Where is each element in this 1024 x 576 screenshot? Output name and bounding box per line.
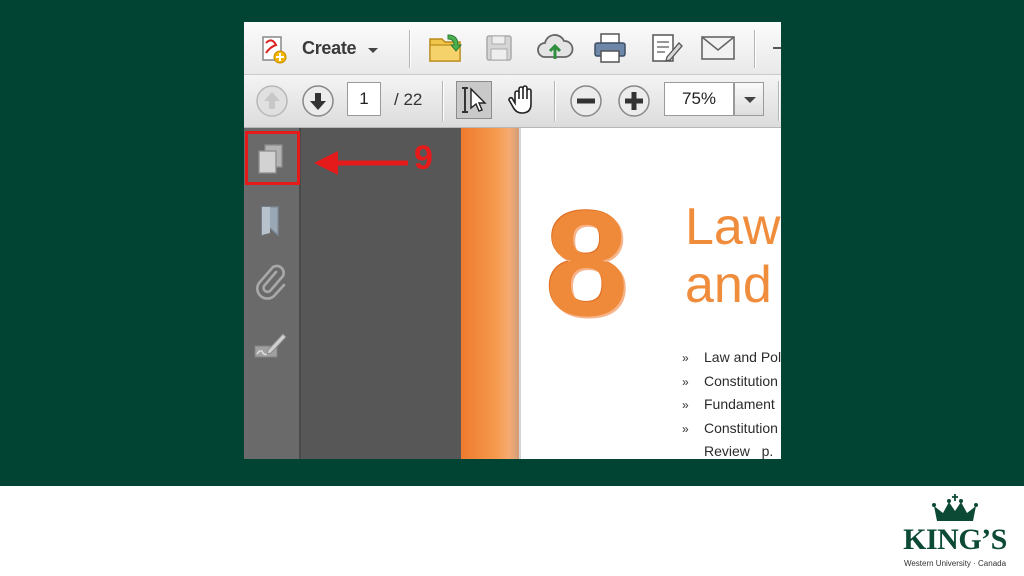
email-icon[interactable] xyxy=(700,35,736,61)
open-folder-icon[interactable] xyxy=(428,31,464,65)
select-tool-button[interactable] xyxy=(456,81,492,119)
main-toolbar: Create xyxy=(244,22,781,75)
bookmark-icon[interactable] xyxy=(256,204,286,238)
toolbar-divider xyxy=(554,81,555,121)
chapter-contents-list: » Law and Pol » Constitution » Fundament » C… xyxy=(682,346,781,459)
next-page-icon[interactable] xyxy=(300,83,336,119)
chapter-number: 8 xyxy=(545,179,629,347)
kings-subtitle: Western University · Canada xyxy=(903,559,1007,568)
zoom-level-input[interactable]: 75% xyxy=(664,82,734,116)
arrow-left-icon xyxy=(314,151,408,175)
zoom-in-icon[interactable] xyxy=(616,83,652,119)
create-label: Create xyxy=(302,38,357,58)
chapter-title: Law and xyxy=(685,198,781,314)
step-number: 9 xyxy=(414,139,433,177)
previous-page-icon[interactable] xyxy=(254,83,290,119)
save-icon[interactable] xyxy=(484,33,514,63)
list-item-continuation: Review p. xyxy=(704,443,774,459)
zoom-dropdown-button[interactable] xyxy=(734,82,764,116)
bullet-icon: » xyxy=(682,351,689,365)
chevron-down-icon xyxy=(368,48,378,53)
band-shadow xyxy=(509,128,521,459)
text-select-cursor-icon xyxy=(462,87,487,113)
more-tools-icon[interactable] xyxy=(772,42,781,54)
bullet-icon: » xyxy=(682,374,689,389)
paperclip-icon[interactable] xyxy=(254,264,286,300)
list-item: » Constitution xyxy=(682,417,781,441)
list-item: » Law and Pol xyxy=(682,346,781,370)
print-icon[interactable] xyxy=(592,31,628,65)
highlight-box xyxy=(245,131,300,185)
create-button[interactable]: Create xyxy=(256,34,386,64)
kings-wordmark: KING’S xyxy=(903,523,1007,556)
bullet-icon: » xyxy=(682,421,689,436)
toolbar-divider xyxy=(778,81,779,121)
hand-tool-icon[interactable] xyxy=(506,83,540,119)
document-page: 8 Law and » Law and Pol » Constitution » Fu… xyxy=(461,128,781,459)
zoom-out-icon[interactable] xyxy=(568,83,604,119)
signature-icon[interactable] xyxy=(252,330,288,360)
toolbar-divider xyxy=(442,81,443,121)
toolbar-divider xyxy=(754,30,755,68)
kings-logo: KING’S Western University · Canada xyxy=(893,493,1017,573)
acrobat-screenshot: Create 1 / 22 75% 8 Law and » Law and Po… xyxy=(244,22,781,459)
crown-icon xyxy=(932,494,978,521)
create-pdf-icon xyxy=(262,36,287,64)
page-count-label: / 22 xyxy=(394,90,423,109)
list-item: » Fundament xyxy=(682,393,781,417)
bullet-icon: » xyxy=(682,398,689,412)
list-item: » Constitution xyxy=(682,370,781,394)
cloud-upload-icon[interactable] xyxy=(536,31,574,65)
edit-form-icon[interactable] xyxy=(649,31,683,65)
toolbar-divider xyxy=(409,30,410,68)
page-number-input[interactable]: 1 xyxy=(347,82,381,116)
